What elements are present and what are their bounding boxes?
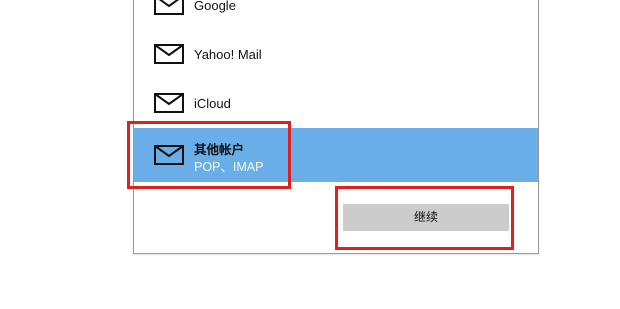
continue-button[interactable]: 继续 — [343, 204, 509, 231]
account-option-other[interactable]: 其他帐户 POP、IMAP — [134, 128, 538, 182]
mail-icon — [154, 145, 184, 165]
mail-icon — [154, 0, 184, 15]
account-label: Google — [194, 0, 236, 13]
mail-icon — [154, 93, 184, 113]
account-option-icloud[interactable]: iCloud — [134, 79, 538, 129]
account-option-yahoo[interactable]: Yahoo! Mail — [134, 30, 538, 80]
account-label: Yahoo! Mail — [194, 47, 262, 62]
account-sublabel: POP、IMAP — [194, 160, 264, 174]
account-picker-dialog: Google Yahoo! Mail iCloud 其他帐户 POP、IMAP … — [133, 0, 539, 254]
mail-icon — [154, 44, 184, 64]
account-option-google[interactable]: Google — [134, 0, 538, 31]
account-label: iCloud — [194, 96, 231, 111]
